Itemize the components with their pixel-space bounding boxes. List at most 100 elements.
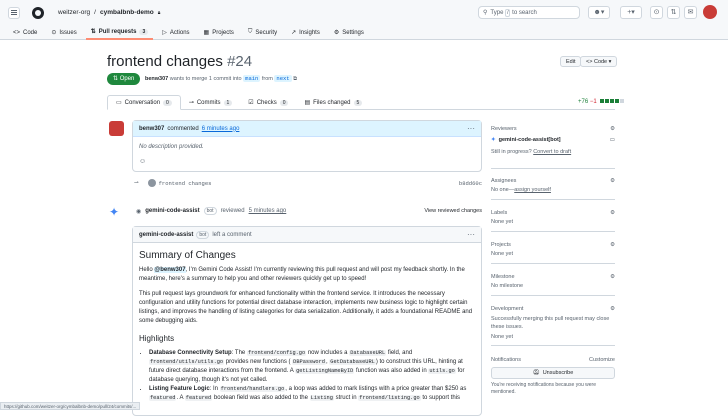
top-bar: weitzer-org / cymbalbnb-demo 🔒︎ ⚲ Type /… <box>0 0 728 25</box>
customize-link[interactable]: Customize <box>589 357 615 363</box>
milestone-section: Milestone ⚙ No milestone <box>491 274 615 296</box>
comment-body: No description provided. <box>139 144 204 150</box>
copilot-icon[interactable]: ☻▾ <box>588 6 610 19</box>
unsubscribe-button[interactable]: 🔕︎ Unsubscribe <box>491 367 615 379</box>
gear-icon[interactable]: ⚙ <box>610 210 615 216</box>
page-title: frontend changes #24 <box>107 53 252 70</box>
hamburger-menu-icon[interactable] <box>8 6 20 19</box>
pull-requests-icon[interactable]: ⇅ <box>667 6 680 19</box>
comment-body: Summary of Changes Hello @benw307, I'm G… <box>133 243 481 411</box>
issues-icon: ⊙ <box>51 30 57 36</box>
tab-pull-requests[interactable]: ⇅ Pull requests 3 <box>85 25 154 40</box>
code-button[interactable]: <> Code ▾ <box>580 56 618 67</box>
tab-security[interactable]: ⛉ Security <box>243 25 282 40</box>
bot-badge: bot <box>196 230 210 239</box>
review-comment-card: gemini-code-assist bot left a comment ··… <box>132 226 482 416</box>
more-options-icon[interactable]: ··· <box>467 230 475 239</box>
notifications-section: Notifications Customize 🔕︎ Unsubscribe You… <box>491 357 615 395</box>
list-item: Database Connectivity Setup: The fronten… <box>149 349 475 385</box>
settings-icon: ⚙ <box>333 30 340 36</box>
highlights-list: Database Connectivity Setup: The fronten… <box>139 349 475 403</box>
actions-icon: ▷ <box>162 30 167 36</box>
repo-nav: <> Code ⊙ Issues ⇅ Pull requests 3 ▷ Actions … <box>0 25 728 40</box>
mention-link[interactable]: @benw307 <box>154 267 186 273</box>
author-link[interactable]: benw307 <box>145 76 168 82</box>
view-reviewed-changes-button[interactable]: View reviewed changes <box>424 208 482 214</box>
bot-badge: bot <box>203 207 217 215</box>
gear-icon[interactable]: ⚙ <box>610 306 615 312</box>
breadcrumb: weitzer-org / cymbalbnb-demo 🔒︎ <box>58 9 160 16</box>
intro-paragraph: Hello @benw307, I'm Gemini Code Assist! … <box>139 267 465 282</box>
more-options-icon[interactable]: ··· <box>467 124 475 133</box>
base-branch[interactable]: main <box>243 75 261 82</box>
comment-author[interactable]: benw307 <box>139 126 164 132</box>
pr-title: frontend changes <box>107 53 223 70</box>
pull-requests-count: 3 <box>139 28 149 35</box>
search-input[interactable]: ⚲ Type / to search <box>478 6 580 19</box>
emoji-reaction-icon[interactable]: ☺ <box>139 158 146 165</box>
gear-icon[interactable]: ⚙ <box>610 274 615 280</box>
tab-commits[interactable]: ⊸ Commits 1 <box>181 95 240 110</box>
comment-card: benw307 commented 6 minutes ago ··· No d… <box>132 120 482 172</box>
pull-request-icon: ⇅ <box>90 29 96 35</box>
insights-icon: ↗ <box>291 30 297 36</box>
reviewer-item[interactable]: ✦ gemini-code-assist[bot] ▭ <box>491 137 615 143</box>
convert-to-draft-link[interactable]: Convert to draft <box>533 149 571 155</box>
bell-slash-icon: 🔕︎ <box>532 370 540 376</box>
owner-link[interactable]: weitzer-org <box>58 9 90 16</box>
gear-icon[interactable]: ⚙ <box>610 178 615 184</box>
user-avatar[interactable] <box>703 5 717 19</box>
assign-yourself-link[interactable]: assign yourself <box>514 187 551 193</box>
checks-icon: ☑ <box>248 100 254 106</box>
diffstat-bars <box>600 99 625 105</box>
projects-section: Projects ⚙ None yet <box>491 242 615 264</box>
review-header: ◉ gemini-code-assist bot reviewed 5 minu… <box>136 207 482 215</box>
tab-issues[interactable]: ⊙ Issues <box>46 25 81 40</box>
tab-checks[interactable]: ☑ Checks 0 <box>240 95 296 110</box>
head-branch[interactable]: next <box>274 75 292 82</box>
commit-avatar <box>147 179 156 187</box>
tab-actions[interactable]: ▷ Actions <box>157 25 194 40</box>
gemini-logo-icon: ✦ <box>491 137 496 143</box>
comment-author[interactable]: gemini-code-assist <box>139 232 193 238</box>
edit-button[interactable]: Edit <box>560 56 582 67</box>
list-item: Listing Feature Logic: In frontend/handl… <box>149 385 475 403</box>
pull-request-icon: ⇅ <box>113 76 119 82</box>
github-logo-icon[interactable] <box>32 6 44 19</box>
gear-icon[interactable]: ⚙ <box>610 126 615 132</box>
additions-count: +76 <box>578 99 589 105</box>
copy-icon[interactable]: ⧉ <box>293 76 297 82</box>
commit-message[interactable]: frontend changes <box>159 180 212 187</box>
tab-settings[interactable]: ⚙ Settings <box>329 25 369 40</box>
tab-code[interactable]: <> Code <box>8 25 42 40</box>
pr-tabs: ▭ Conversation 0 ⊸ Commits 1 ☑ Checks 0 ▤ Files… <box>107 95 615 110</box>
avatar[interactable] <box>109 121 124 136</box>
repo-link[interactable]: cymbalbnb-demo <box>100 9 154 16</box>
comment-header: gemini-code-assist bot left a comment ··… <box>133 227 481 243</box>
security-icon: ⛉ <box>247 29 253 35</box>
inbox-icon[interactable]: ✉ <box>684 6 697 19</box>
comment-header: benw307 commented 6 minutes ago ··· <box>133 121 481 137</box>
review-author[interactable]: gemini-code-assist <box>145 208 199 214</box>
gear-icon[interactable]: ⚙ <box>610 242 615 248</box>
tab-files-changed[interactable]: ▤ Files changed 5 <box>296 95 370 110</box>
eye-icon: ◉ <box>136 208 142 215</box>
highlights-heading: Highlights <box>139 334 175 343</box>
comment-time[interactable]: 6 minutes ago <box>202 126 240 132</box>
commit-icon: ⊸ <box>188 100 194 106</box>
create-new-icon[interactable]: +▾ <box>620 6 642 19</box>
tab-conversation[interactable]: ▭ Conversation 0 <box>107 95 181 110</box>
labels-section: Labels ⚙ None yet <box>491 210 615 232</box>
reviewers-section: Reviewers ⚙ ✦ gemini-code-assist[bot] ▭ Sti… <box>491 126 615 169</box>
commit-row: ⊸ frontend changes b8dd60c <box>134 179 482 187</box>
assignees-section: Assignees ⚙ No one—assign yourself <box>491 178 615 200</box>
tab-projects[interactable]: ▦ Projects <box>199 25 239 40</box>
diffstat: +76 −1 <box>578 99 625 105</box>
tab-insights[interactable]: ↗ Insights <box>286 25 325 40</box>
commit-icon: ⊸ <box>134 180 139 186</box>
commit-sha[interactable]: b8dd60c <box>459 180 482 187</box>
draft-prompt: Still in progress? Convert to draft <box>491 149 572 155</box>
review-time[interactable]: 5 minutes ago <box>249 208 287 214</box>
issues-icon[interactable]: ⊙ <box>650 6 663 19</box>
search-placeholder: Type / to search <box>490 8 537 17</box>
